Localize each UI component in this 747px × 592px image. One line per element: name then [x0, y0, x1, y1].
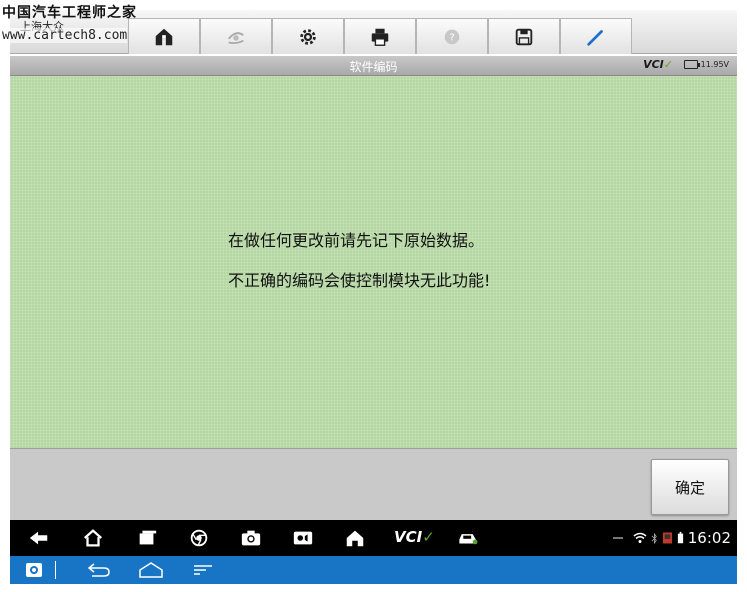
watermark-url: www.cartech8.com [2, 28, 128, 43]
action-bar: 确定 [10, 448, 737, 520]
edit-button[interactable] [560, 18, 632, 54]
back-button[interactable] [28, 528, 50, 548]
vci-status-logo: VCI✓ [643, 58, 673, 71]
wifi-icon [633, 532, 647, 543]
bluetooth-icon [651, 532, 657, 544]
screenshot-icon [26, 563, 42, 577]
pen-icon [587, 29, 603, 46]
recent-apps-icon [139, 530, 157, 545]
home-icon [155, 28, 173, 45]
warning-message-line1: 在做任何更改前请先记下原始数据。 [228, 231, 485, 250]
page-title: 软件编码 [349, 60, 398, 74]
system-back-button[interactable] [86, 560, 112, 580]
car-icon [459, 534, 478, 545]
home-icon [346, 530, 364, 547]
clock: 16:02 [687, 529, 731, 547]
recent-apps-button[interactable] [136, 528, 158, 548]
home-outline-icon [83, 529, 103, 547]
vehicle-swap-icon [227, 31, 244, 44]
vci-label: VCI [643, 58, 664, 71]
back-arrow-icon [29, 531, 48, 545]
watermark-title: 中国汽车工程师之家 [2, 5, 137, 21]
help-icon: ? [444, 29, 460, 44]
svg-text:?: ? [449, 32, 454, 43]
vci-manager-button[interactable]: VCI✓ [394, 528, 435, 546]
settings-button[interactable] [272, 18, 344, 54]
save-icon [515, 28, 533, 45]
vci-connected-icon: ✓ [663, 58, 673, 71]
confirm-button[interactable]: 确定 [651, 459, 729, 515]
home-button[interactable] [128, 18, 200, 54]
status-area: 16:02 [612, 529, 731, 547]
battery-icon [683, 60, 700, 69]
signal-dash-icon [612, 537, 623, 539]
vehicle-swap-button[interactable] [200, 18, 272, 54]
android-nav-bar: VCI✓ 16:02 [10, 520, 737, 556]
warning-message-line2: 不正确的编码会使控制模块无此功能! [228, 271, 491, 290]
system-home-button[interactable] [138, 560, 164, 580]
message-area: 在做任何更改前请先记下原始数据。 不正确的编码会使控制模块无此功能! [10, 76, 737, 448]
battery-status: 11.95V [683, 60, 729, 69]
menu-icon [194, 565, 212, 575]
home-nav-button[interactable] [82, 528, 104, 548]
camera-icon [241, 530, 261, 546]
help-button[interactable]: ? [416, 18, 488, 54]
vehicle-button[interactable] [454, 528, 482, 548]
gear-icon [300, 28, 316, 45]
system-bar [10, 556, 737, 584]
browser-button[interactable] [188, 528, 210, 548]
vci-nav-check-icon: ✓ [422, 528, 435, 546]
brightness-volume-button[interactable] [292, 528, 314, 548]
chrome-icon [190, 529, 208, 547]
system-menu-button[interactable] [192, 560, 214, 580]
back-curve-icon [87, 563, 110, 577]
divider [55, 561, 56, 579]
phone-battery-icon [677, 531, 683, 544]
screen-settings-icon [293, 531, 313, 545]
voltage-readout: 11.95V [700, 60, 729, 69]
sim-signal-icon [662, 532, 672, 544]
camera-button[interactable] [240, 528, 262, 548]
title-bar: 软件编码 VCI✓ 11.95V [10, 56, 737, 76]
app-home-button[interactable] [344, 528, 366, 548]
home-outline-icon [139, 562, 163, 578]
print-button[interactable] [344, 18, 416, 54]
printer-icon [371, 28, 389, 46]
vci-nav-label: VCI [394, 528, 423, 546]
save-button[interactable] [488, 18, 560, 54]
screen-capture-button[interactable] [24, 560, 44, 580]
